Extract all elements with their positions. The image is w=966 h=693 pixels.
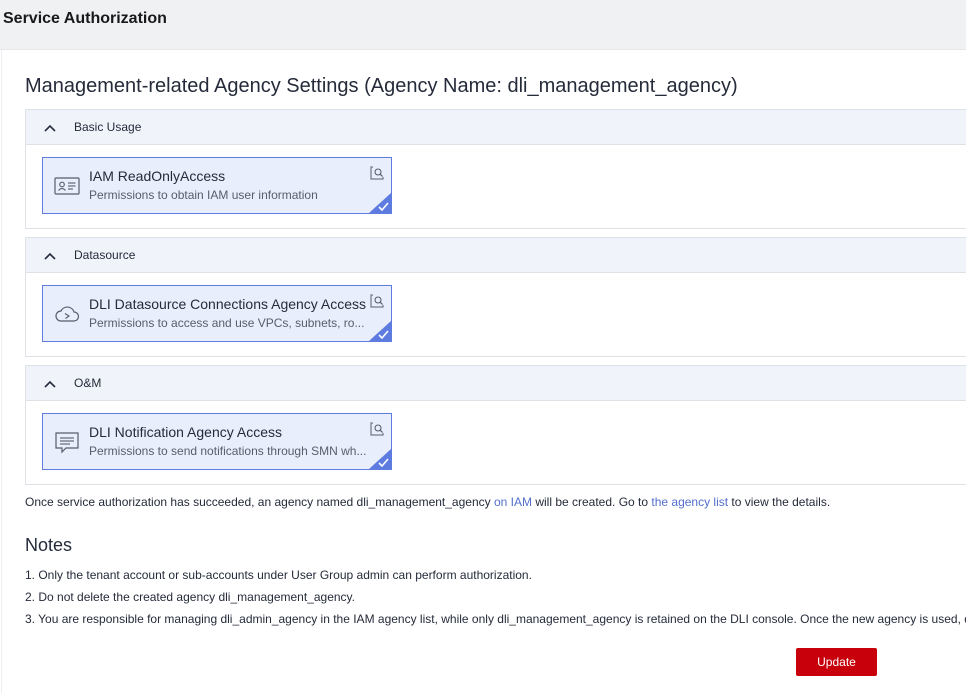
view-details-icon[interactable]: [370, 294, 384, 308]
group-datasource-header[interactable]: Datasource: [26, 238, 966, 273]
agency-list-link[interactable]: the agency list: [651, 495, 728, 509]
group-basic-usage: Basic Usage IAM ReadOnlyAccess Permissio…: [25, 109, 966, 229]
agency-settings-heading: Management-related Agency Settings (Agen…: [25, 75, 738, 97]
card-title: DLI Datasource Connections Agency Access: [89, 296, 367, 312]
chevron-up-icon: [44, 124, 56, 132]
note-item: 2. Do not delete the created agency dli_…: [25, 590, 355, 604]
note-item: 1. Only the tenant account or sub-accoun…: [25, 568, 532, 582]
card-title: IAM ReadOnlyAccess: [89, 168, 226, 184]
permission-card-iam-readonly[interactable]: IAM ReadOnlyAccess Permissions to obtain…: [42, 157, 392, 214]
card-description: Permissions to obtain IAM user informati…: [89, 188, 318, 202]
info-text-middle: will be created. Go to: [531, 495, 652, 509]
note-item: 3. You are responsible for managing dli_…: [25, 612, 966, 626]
message-icon: [55, 432, 79, 454]
view-details-icon[interactable]: [370, 422, 384, 436]
permission-card-datasource-connections[interactable]: DLI Datasource Connections Agency Access…: [42, 285, 392, 342]
selected-check-icon: [369, 321, 391, 341]
group-o-and-m-header[interactable]: O&M: [26, 366, 966, 401]
chevron-up-icon: [44, 380, 56, 388]
group-label: O&M: [74, 376, 102, 390]
authorization-info: Once service authorization has succeeded…: [25, 495, 830, 509]
card-description: Permissions to send notifications throug…: [89, 444, 367, 458]
iam-link[interactable]: on IAM: [494, 495, 532, 509]
notes-title: Notes: [25, 535, 73, 555]
permission-card-notification[interactable]: DLI Notification Agency Access Permissio…: [42, 413, 392, 470]
group-basic-usage-header[interactable]: Basic Usage: [26, 110, 966, 145]
group-datasource: Datasource DLI Datasource Connections Ag…: [25, 237, 966, 357]
selected-check-icon: [369, 449, 391, 469]
chevron-up-icon: [44, 252, 56, 260]
page-title: Service Authorization: [3, 10, 167, 27]
id-card-icon: [54, 177, 80, 195]
page-header: Service Authorization: [0, 0, 966, 50]
selected-check-icon: [369, 193, 391, 213]
update-button[interactable]: Update: [796, 648, 877, 676]
group-label: Basic Usage: [74, 120, 142, 134]
info-text-suffix: to view the details.: [728, 495, 831, 509]
group-label: Datasource: [74, 248, 136, 262]
card-title: DLI Notification Agency Access: [89, 424, 282, 440]
cloud-icon: [55, 306, 80, 322]
group-o-and-m: O&M DLI Notification Agency Access Permi…: [25, 365, 966, 485]
card-description: Permissions to access and use VPCs, subn…: [89, 316, 365, 330]
info-text-prefix: Once service authorization has succeeded…: [25, 495, 494, 509]
view-details-icon[interactable]: [370, 166, 384, 180]
